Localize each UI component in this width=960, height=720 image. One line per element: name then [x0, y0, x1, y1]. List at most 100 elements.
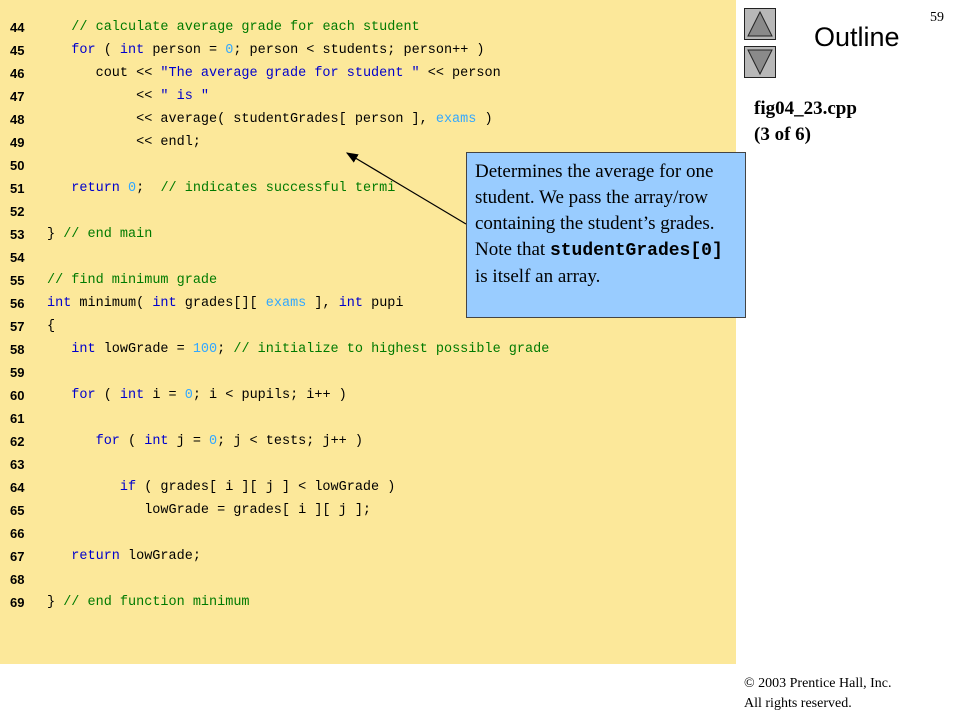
code-token: int — [71, 342, 96, 357]
line-number: 56 — [10, 296, 25, 311]
line-number: 57 — [10, 319, 25, 334]
code-token: ; — [217, 342, 234, 357]
code-token: exams — [265, 296, 307, 311]
code-token: grades[][ — [176, 296, 266, 311]
code-token: ; i < pupils; i++ ) — [192, 388, 347, 403]
code-token: } — [47, 595, 64, 610]
line-number: 46 — [10, 66, 25, 81]
code-line: 69} // end function minimum — [0, 593, 736, 613]
code-token: // calculate average grade for each stud… — [71, 20, 420, 35]
line-number: 55 — [10, 273, 25, 288]
code-line: 45 for ( int person = 0; person < student… — [0, 41, 736, 61]
code-text: cout << "The average grade for student "… — [96, 64, 501, 84]
code-token: minimum( — [71, 296, 153, 311]
previous-slide-button[interactable] — [744, 8, 776, 40]
code-token: int — [119, 43, 145, 58]
line-number: 64 — [10, 480, 25, 495]
line-number: 53 — [10, 227, 25, 242]
code-token: ( — [119, 434, 145, 449]
code-line: 66 — [0, 524, 736, 544]
code-token: int — [152, 296, 177, 311]
line-number: 48 — [10, 112, 25, 127]
code-text: for ( int j = 0; j < tests; j++ ) — [96, 432, 363, 452]
code-line: 48 << average( studentGrades[ person ], e… — [0, 110, 736, 130]
code-token: { — [47, 319, 56, 334]
code-line: 58 int lowGrade = 100; // initialize to h… — [0, 340, 736, 360]
code-token: ( grades[ i ][ j ] < lowGrade ) — [136, 480, 396, 495]
code-token: // indicates successful termi — [160, 181, 396, 196]
code-token: ; j < tests; j++ ) — [217, 434, 363, 449]
line-number: 47 — [10, 89, 25, 104]
line-number: 66 — [10, 526, 25, 541]
code-token: pupi — [363, 296, 404, 311]
outline-title: Outline — [814, 22, 900, 52]
file-part: (3 of 6) — [754, 124, 811, 145]
file-name: fig04_23.cpp — [754, 98, 857, 119]
code-text: if ( grades[ i ][ j ] < lowGrade ) — [120, 478, 395, 498]
code-text: for ( int i = 0; i < pupils; i++ ) — [71, 386, 347, 406]
code-line: 65 lowGrade = grades[ i ][ j ]; — [0, 501, 736, 521]
code-text: << " is " — [136, 87, 209, 107]
code-line: 68 — [0, 570, 736, 590]
line-number: 51 — [10, 181, 25, 196]
copyright-line-1: © 2003 Prentice Hall, Inc. — [744, 676, 892, 691]
code-line: 64 if ( grades[ i ][ j ] < lowGrade ) — [0, 478, 736, 498]
line-number: 52 — [10, 204, 25, 219]
code-token: person = — [144, 43, 226, 58]
code-token: ( — [95, 43, 120, 58]
code-token: ], — [306, 296, 339, 311]
code-text: { — [47, 317, 55, 337]
line-number: 60 — [10, 388, 25, 403]
code-token: int — [119, 388, 145, 403]
triangle-up-icon — [747, 10, 773, 37]
code-line: 46 cout << "The average grade for student… — [0, 64, 736, 84]
line-number: 61 — [10, 411, 25, 426]
code-token: 0 — [184, 388, 193, 403]
code-token: lowGrade = — [95, 342, 193, 357]
code-token: i = — [144, 388, 185, 403]
copyright-line-2: All rights reserved. — [744, 696, 852, 711]
code-token: " is " — [160, 89, 210, 104]
code-token: << — [136, 89, 161, 104]
code-line: 47 << " is " — [0, 87, 736, 107]
file-label: fig04_23.cpp (3 of 6) — [754, 96, 857, 148]
code-line: 59 — [0, 363, 736, 383]
code-token: j = — [168, 434, 210, 449]
code-token: 0 — [128, 181, 137, 196]
code-line: 62 for ( int j = 0; j < tests; j++ ) — [0, 432, 736, 452]
copyright-notice: © 2003 Prentice Hall, Inc. All rights re… — [744, 674, 892, 714]
code-token: ; person < students; person++ ) — [233, 43, 485, 58]
next-slide-button[interactable] — [744, 46, 776, 78]
line-number: 69 — [10, 595, 25, 610]
line-number: 63 — [10, 457, 25, 472]
code-text: // calculate average grade for each stud… — [71, 18, 419, 38]
code-text: int lowGrade = 100; // initialize to hig… — [71, 340, 549, 360]
code-token: } — [47, 227, 64, 242]
code-text: return 0; // indicates successful termi — [71, 179, 395, 199]
line-number: 49 — [10, 135, 25, 150]
code-token: ; — [136, 181, 161, 196]
line-number: 65 — [10, 503, 25, 518]
code-token: int — [338, 296, 363, 311]
line-number: 54 — [10, 250, 25, 265]
code-token: << average( studentGrades[ person ], — [136, 112, 436, 127]
code-token: return — [71, 549, 120, 564]
code-token: << endl; — [136, 135, 201, 150]
line-number: 45 — [10, 43, 25, 58]
code-token: 100 — [192, 342, 218, 357]
code-token: // end function minimum — [63, 595, 250, 610]
code-token: int — [47, 296, 72, 311]
code-token: return — [71, 181, 120, 196]
line-number: 50 — [10, 158, 25, 173]
code-token: 0 — [209, 434, 218, 449]
code-line: 49 << endl; — [0, 133, 736, 153]
code-line: 63 — [0, 455, 736, 475]
code-token: "The average grade for student " — [160, 66, 420, 81]
code-line: 67 return lowGrade; — [0, 547, 736, 567]
code-token: for — [95, 434, 120, 449]
code-listing-panel: 44 // calculate average grade for each st… — [0, 0, 736, 664]
callout-text-after: is itself an array. — [475, 266, 601, 287]
code-text: // find minimum grade — [47, 271, 217, 291]
triangle-down-icon — [747, 49, 773, 76]
line-number: 68 — [10, 572, 25, 587]
